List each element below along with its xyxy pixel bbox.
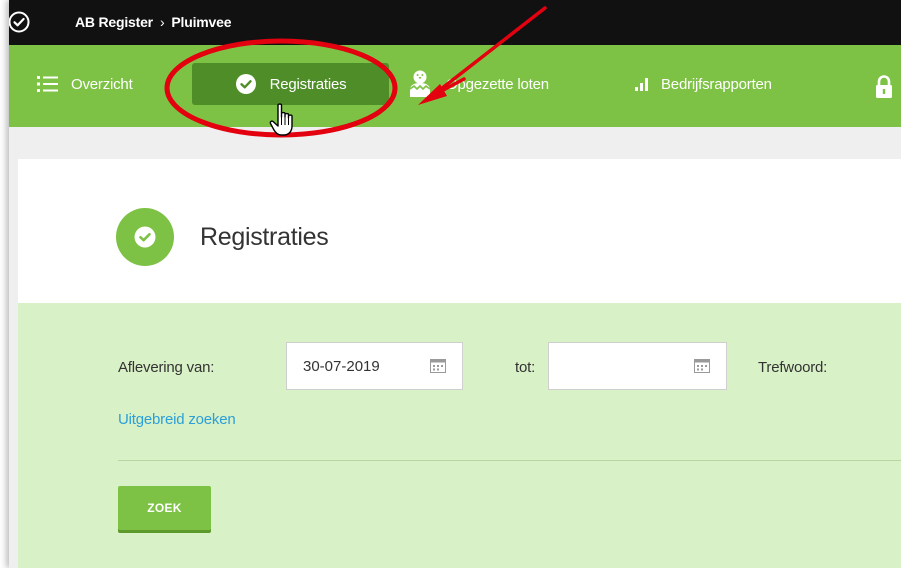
- breadcrumb: AB Register › Pluimvee: [75, 14, 231, 30]
- breadcrumb-app[interactable]: AB Register: [75, 14, 153, 30]
- hand-cursor-icon: [269, 103, 293, 136]
- nav-item-bedrijfsrapporten[interactable]: Bedrijfsrapporten: [635, 63, 772, 105]
- page-check-icon: [116, 208, 174, 266]
- lock-icon[interactable]: [875, 75, 893, 99]
- nav-label: Registraties: [269, 75, 347, 93]
- tot-label: tot:: [515, 359, 536, 376]
- breadcrumb-separator: ›: [159, 14, 165, 30]
- nav-label: Overzicht: [71, 75, 133, 93]
- calendar-icon[interactable]: [430, 359, 446, 373]
- list-icon: [37, 76, 58, 92]
- nav-item-overzicht[interactable]: Overzicht: [37, 63, 133, 105]
- calendar-icon[interactable]: [694, 359, 710, 373]
- nav-item-opgezette-loten[interactable]: Opgezette loten: [408, 63, 549, 105]
- divider: [118, 460, 901, 461]
- search-filters: Aflevering van: tot:: [18, 303, 901, 568]
- check-circle-icon: [134, 226, 156, 248]
- check-circle-icon[interactable]: [9, 10, 31, 34]
- trefwoord-label: Trefwoord:: [758, 359, 828, 376]
- page-title: Registraties: [200, 223, 329, 251]
- check-circle-icon: [235, 74, 256, 94]
- signal-bars-icon: [635, 78, 648, 91]
- aflevering-van-label: Aflevering van:: [118, 359, 215, 376]
- nav-label: Opgezette loten: [446, 75, 549, 93]
- chick-icon: [409, 70, 431, 97]
- aflevering-van-field[interactable]: [286, 342, 463, 390]
- tot-field[interactable]: [548, 342, 727, 390]
- page-header: Registraties: [18, 159, 901, 303]
- main-nav: Overzicht Registraties Opgezette loten B…: [9, 45, 901, 127]
- top-bar: AB Register › Pluimvee: [9, 0, 901, 45]
- search-button[interactable]: ZOEK: [118, 486, 211, 530]
- advanced-search-link[interactable]: Uitgebreid zoeken: [118, 411, 236, 428]
- nav-item-registraties[interactable]: Registraties: [192, 63, 389, 105]
- breadcrumb-section[interactable]: Pluimvee: [171, 14, 231, 30]
- nav-label: Bedrijfsrapporten: [661, 75, 772, 93]
- app-window: AB Register › Pluimvee Overzicht Registrat…: [9, 0, 901, 568]
